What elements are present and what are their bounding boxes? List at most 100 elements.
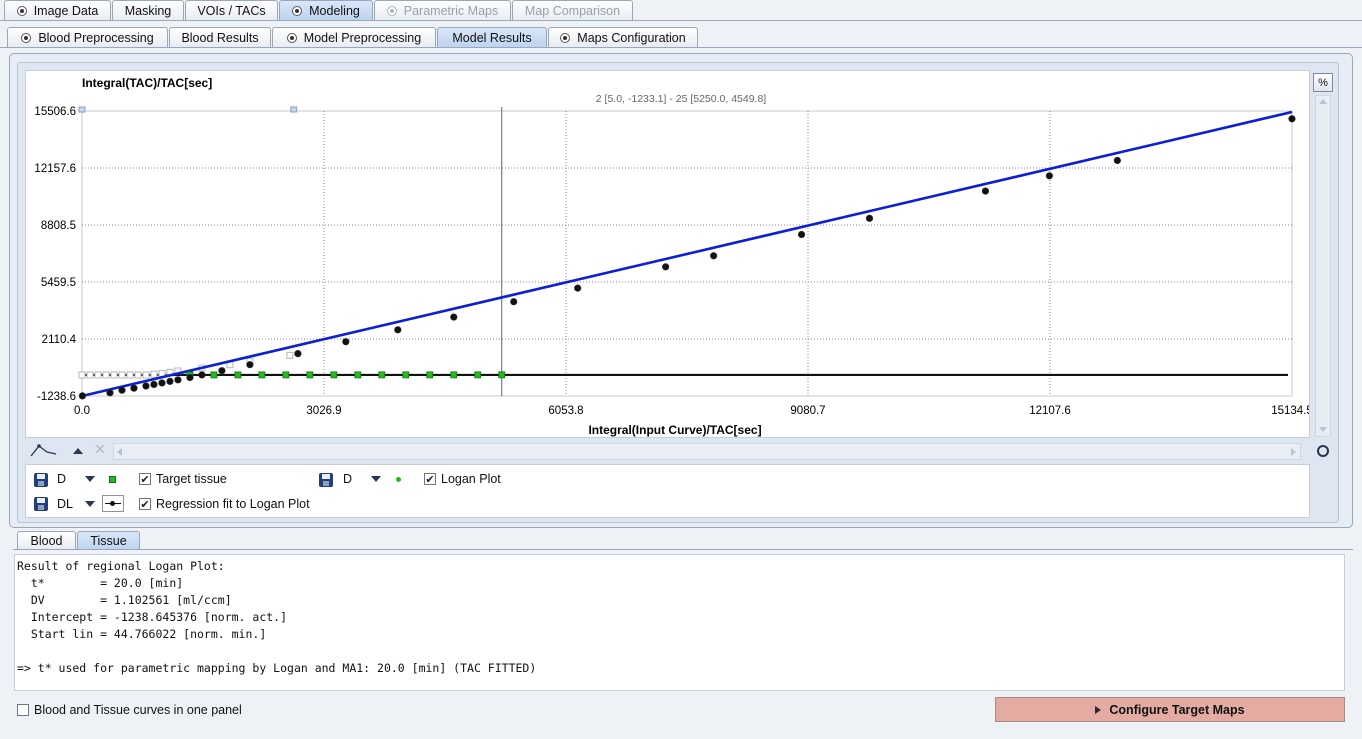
excluded-point [94,371,102,379]
legend-selector[interactable]: D [57,472,66,486]
excluded-point [286,351,294,359]
scroll-left-icon[interactable] [117,448,122,456]
legend-label: Logan Plot [441,472,501,486]
target-tissue-point [330,371,338,379]
tab-blood[interactable]: Blood [17,531,76,550]
tab-blood-results[interactable]: Blood Results [169,27,271,48]
tab-vois-tacs[interactable]: VOIs / TACs [185,0,278,21]
configure-button-label: Configure Target Maps [1109,702,1245,717]
tab-label: Masking [124,4,172,18]
tab-blood-preprocessing[interactable]: Blood Preprocessing [7,27,168,48]
logan-plot-point [142,382,150,390]
legend-selector[interactable]: D [343,472,352,486]
dropdown-arrow-icon[interactable] [85,501,95,507]
radio-icon [286,33,297,43]
results-summary: => t* used for parametric mapping by Log… [17,661,537,675]
radio-icon [292,6,303,16]
tab-parametric-maps[interactable]: Parametric Maps [374,0,511,21]
scroll-up-icon[interactable] [1319,99,1327,104]
radio-icon [16,6,27,16]
excluded-point [86,371,94,379]
tab-model-preprocessing[interactable]: Model Preprocessing [272,27,436,48]
dropdown-arrow-icon[interactable] [371,476,381,482]
tab-tissue[interactable]: Tissue [77,531,140,550]
tab-model-results[interactable]: Model Results [437,27,547,48]
tab-map-comparison[interactable]: Map Comparison [512,0,633,21]
y-tick-label: 8808.5 [41,220,76,232]
excluded-point [102,371,110,379]
radio-icon [386,6,397,16]
save-icon[interactable] [34,473,48,487]
dropdown-arrow-icon[interactable] [85,476,95,482]
close-icon[interactable]: ✕ [94,442,106,458]
curve-icon[interactable] [29,442,59,460]
result-line-t-star: t* = 20.0 [min] [17,576,184,590]
tab-label: Model Results [452,31,532,45]
logan-plot-checkbox[interactable]: ✔ [424,473,436,485]
tab-image-data[interactable]: Image Data [4,0,111,21]
divider [0,20,1362,21]
y-axis-label: Integral(TAC)/TAC[sec] [82,76,212,90]
divider [0,47,1362,48]
range-info: 2 [5.0, -1233.1] - 25 [5250.0, 4549.8] [596,93,767,105]
target-tissue-point [402,371,410,379]
target-tissue-checkbox[interactable]: ✔ [139,473,151,485]
target-tissue-point [450,371,458,379]
logan-plot-point [198,371,206,379]
green-dot-marker-icon [396,477,401,482]
scroll-right-icon[interactable] [1291,448,1296,456]
scroll-down-icon[interactable] [1319,427,1327,432]
one-panel-option[interactable]: Blood and Tissue curves in one panel [17,702,242,718]
x-tick-label: 9080.7 [790,405,825,417]
x-tick-label: 12107.6 [1029,405,1071,417]
one-panel-checkbox[interactable] [17,704,29,716]
x-tick-label: 15134.5 [1271,405,1309,417]
zoom-fit-icon[interactable] [1317,445,1329,457]
horizontal-scrollbar[interactable] [113,443,1301,460]
x-axis-label: Integral(Input Curve)/TAC[sec] [588,423,761,437]
radio-icon [21,33,32,43]
legend-selector[interactable]: DL [57,497,73,511]
target-tissue-point [282,371,290,379]
tab-maps-configuration[interactable]: Maps Configuration [548,27,698,48]
percent-label: % [1318,76,1328,89]
logan-plot-point [981,187,990,195]
legend-panel: D ✔ Target tissue D ✔ Logan Plot DL ✔ Re… [25,464,1310,518]
percent-button[interactable]: % [1313,73,1333,92]
logan-plot-point [166,377,174,385]
logan-plot-chart[interactable]: 0.0 3026.9 6053.8 9080.7 12107.6 15134.5 -1238… [26,71,1309,437]
move-up-icon[interactable] [73,448,83,454]
result-line-dv: DV = 1.102561 [ml/ccm] [17,593,232,607]
logan-plot-point [186,373,194,382]
y-tick-label: 15506.6 [34,106,76,118]
excluded-point [118,371,126,379]
logan-plot-point [174,376,182,384]
logan-plot-point [1288,115,1296,123]
logan-plot-point [294,350,302,358]
target-tissue-point [426,371,434,379]
tab-modeling[interactable]: Modeling [279,0,373,21]
excluded-point [78,371,86,379]
tab-label: Model Preprocessing [303,31,422,45]
excluded-point [134,371,142,379]
y-tick-label: 2110.4 [42,334,77,346]
save-icon[interactable] [34,497,48,511]
save-icon[interactable] [319,473,333,487]
vertical-scrollbar[interactable] [1315,95,1331,437]
configure-target-maps-button[interactable]: Configure Target Maps [995,697,1345,722]
tab-label: Blood Results [181,31,259,45]
play-icon [1095,705,1102,714]
tab-label: Image Data [33,4,99,18]
target-tissue-point [354,371,362,379]
logan-plot-point [78,392,86,400]
target-tissue-point [306,371,314,379]
legend-label: Target tissue [156,472,227,486]
regression-fit-checkbox[interactable]: ✔ [139,498,151,510]
logan-plot-point [797,230,806,239]
one-panel-label: Blood and Tissue curves in one panel [34,703,242,717]
excluded-point [142,371,150,379]
tab-masking[interactable]: Masking [112,0,184,21]
results-text-area[interactable]: Result of regional Logan Plot: t* = 20.0… [14,554,1345,691]
plot-toolbar: ✕ [25,441,1310,462]
